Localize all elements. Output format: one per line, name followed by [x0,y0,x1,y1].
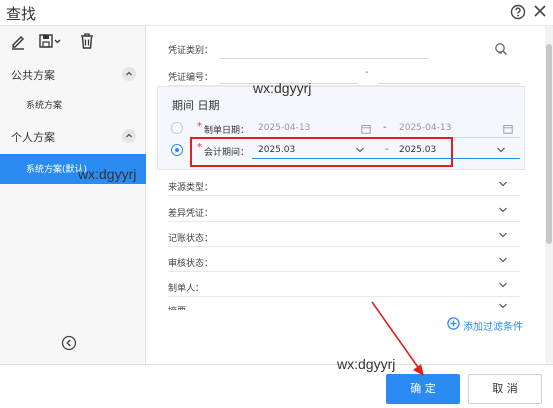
make-date-separator: - [383,122,387,133]
cancel-button[interactable]: 取 消 [468,374,542,404]
summary-label: 摘要 [168,304,186,310]
edit-icon[interactable] [10,32,26,50]
chevron-down-icon[interactable] [498,180,508,188]
make-date-to[interactable]: 2025-04-13 [399,123,451,133]
add-circle-icon [447,317,460,330]
posting-status-label: 记账状态： [168,234,214,244]
period-date-title: 期间 日期 [172,99,220,112]
chevron-down-icon[interactable] [498,302,508,310]
voucher-no-to-input[interactable] [378,83,520,84]
collapse-left-icon[interactable] [61,335,77,351]
personal-schemes-section[interactable]: 个人方案 [0,124,146,148]
voucher-no-label: 凭证编号： [168,73,214,83]
calendar-icon[interactable] [361,124,371,134]
public-schemes-label: 公共方案 [11,69,55,82]
source-type-row[interactable]: 来源类型： [168,174,520,196]
summary-row[interactable]: 摘要 [168,300,520,310]
chevron-down-icon[interactable] [498,231,508,239]
watermark-text: wx:dgyyrj [253,80,312,96]
add-filter-label: 添加过滤条件 [463,322,523,333]
watermark-text: wx:dgyyrj [78,166,137,182]
audit-status-label: 审核状态： [168,259,214,269]
chevron-down-icon[interactable] [498,206,508,214]
scheme-toolbar [0,26,146,56]
acct-period-radio[interactable] [171,144,183,156]
make-date-label: 制单日期： [204,126,250,136]
diff-voucher-label: 差异凭证： [168,209,214,219]
chevron-up-icon[interactable] [122,129,136,143]
scheme-item-public-system[interactable]: 系统方案 [0,92,146,116]
chevron-up-icon[interactable] [122,67,136,81]
public-schemes-section[interactable]: 公共方案 [0,62,146,86]
creator-label: 制单人： [168,284,205,294]
make-date-radio[interactable] [171,122,183,134]
source-type-label: 来源类型： [168,183,214,193]
diff-voucher-row[interactable]: 差异凭证： [168,200,520,222]
voucher-no-separator: - [365,67,369,78]
posting-status-row[interactable]: 记账状态： [168,225,520,247]
filter-scrollbar[interactable] [545,26,553,364]
creator-row[interactable]: 制单人： [168,275,520,297]
scheme-item-label: 系统方案 [26,101,63,111]
calendar-icon[interactable] [503,124,513,134]
search-icon[interactable] [494,42,508,56]
save-icon[interactable] [38,32,62,50]
make-date-from[interactable]: 2025-04-13 [258,123,310,133]
delete-icon[interactable] [79,32,95,50]
close-icon[interactable] [532,3,548,19]
voucher-type-label: 凭证类别： [168,46,214,56]
voucher-type-input[interactable] [220,58,428,59]
chevron-down-icon[interactable] [496,146,506,154]
personal-schemes-label: 个人方案 [11,131,55,144]
dialog-title: 查找 [6,5,37,23]
help-icon[interactable] [510,4,526,20]
chevron-down-icon[interactable] [498,256,508,264]
scheme-sidebar: 公共方案 系统方案 个人方案 系统方案(默认) [0,26,146,364]
scrollbar-thumb[interactable] [546,44,552,244]
voucher-type-row: 凭证类别： [168,37,520,59]
dialog-titlebar: 查找 [0,0,553,26]
annotation-highlight-box [190,137,453,167]
chevron-down-icon[interactable] [498,281,508,289]
audit-status-row[interactable]: 审核状态： [168,250,520,272]
required-mark: * [197,121,202,132]
watermark-text: wx:dgyyrj [337,356,396,372]
